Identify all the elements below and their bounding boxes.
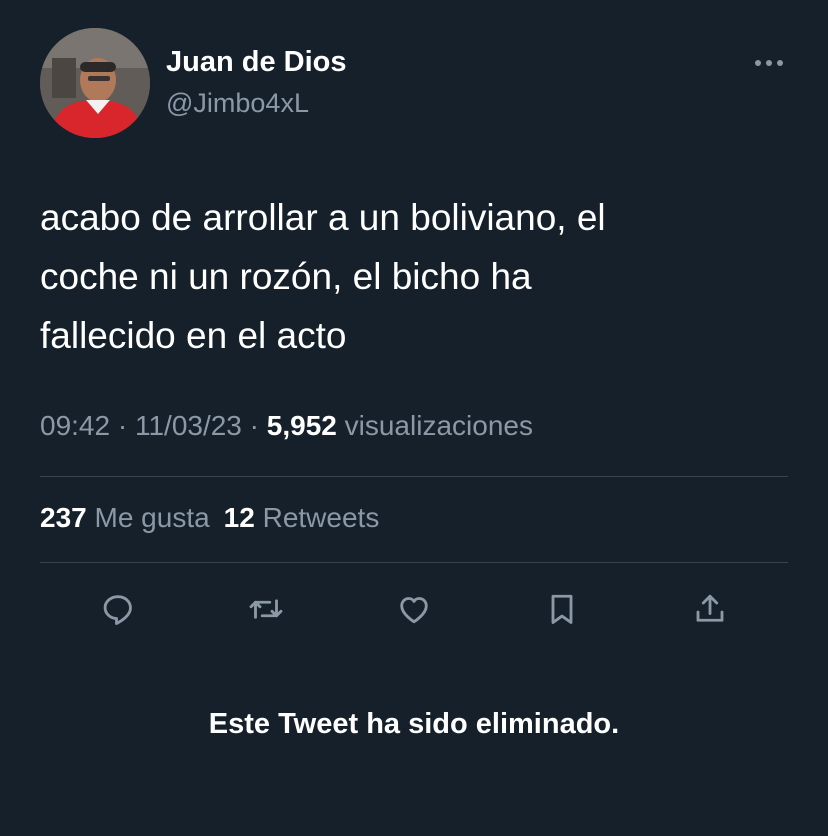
meta-separator: · [249,410,259,441]
likes-count: 237 [40,502,87,533]
bookmark-button[interactable] [541,588,583,630]
retweet-button[interactable] [245,588,287,630]
tweet-date[interactable]: 11/03/23 [135,410,242,441]
action-bar [0,588,828,630]
more-horizontal-icon [755,60,783,66]
tweet-meta: 09:42 · 11/03/23 · 5,952 visualizaciones [40,410,533,442]
divider [40,562,788,563]
views-count: 5,952 [266,410,337,441]
reply-icon [103,595,132,625]
views-label: visualizaciones [344,410,533,441]
likes-stat[interactable]: 237 Me gusta [40,502,210,533]
bookmark-icon [551,594,573,624]
share-button[interactable] [689,588,731,630]
tweet-text-line: acabo de arrollar a un boliviano, el [40,197,606,238]
reply-button[interactable] [97,588,139,630]
tweet-time[interactable]: 09:42 [40,410,110,441]
tweet-text-line: fallecido en el acto [40,315,347,356]
author-display-name[interactable]: Juan de Dios [166,46,347,79]
retweets-count: 12 [223,502,255,533]
retweets-label: Retweets [262,502,380,533]
share-icon [696,594,724,622]
likes-label: Me gusta [94,502,210,533]
tweet-detail: Juan de Dios @Jimbo4xL acabo de arrollar… [0,0,828,836]
engagement-stats: 237 Me gusta 12 Retweets [40,502,379,534]
tweet-text-line: coche ni un rozón, el bicho ha [40,256,532,297]
deleted-tweet-notice: Este Tweet ha sido eliminado. [208,708,620,740]
like-button[interactable] [393,588,435,630]
meta-separator: · [117,410,128,441]
divider [40,476,788,477]
retweets-stat[interactable]: 12 Retweets [224,502,380,533]
tweet-text: acabo de arrollar a un boliviano, el coch… [40,188,780,365]
avatar[interactable] [40,28,150,138]
like-heart-icon [400,597,428,624]
author-handle[interactable]: @Jimbo4xL [166,88,309,119]
more-options-button[interactable] [748,50,790,76]
retweet-icon [249,599,283,619]
profile-photo-icon [40,28,150,138]
